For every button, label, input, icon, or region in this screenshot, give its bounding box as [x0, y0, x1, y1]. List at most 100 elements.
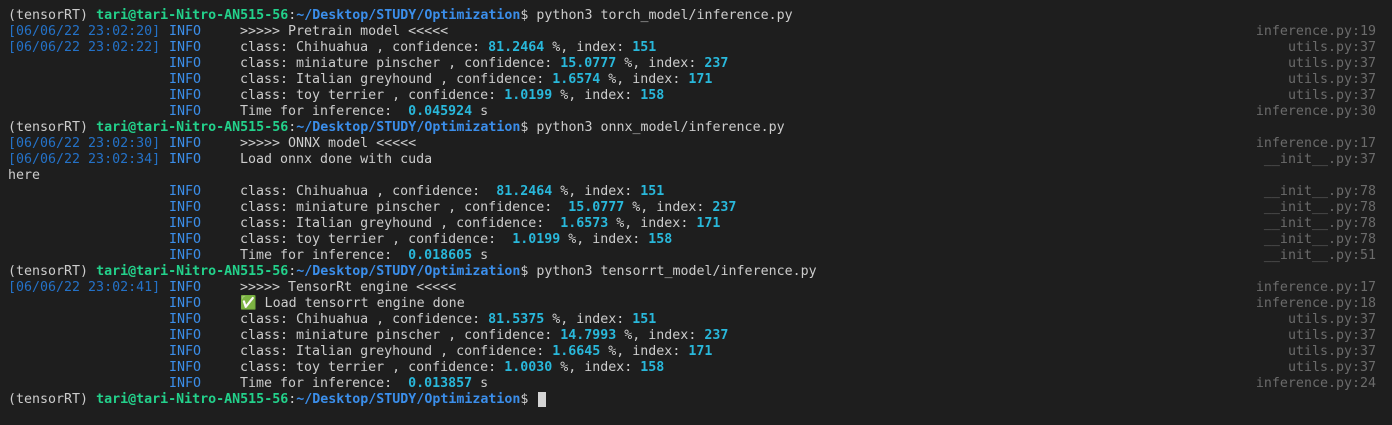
- log-source: __init__.py:78: [1263, 216, 1376, 231]
- log-source: utils.py:37: [1287, 360, 1376, 375]
- log-source: __init__.py:78: [1263, 184, 1376, 199]
- log-text: class: miniature pinscher , confidence:: [240, 200, 569, 215]
- log-line: INFO Time for inference: 0.018605 s __init…: [0, 248, 1392, 264]
- log-line: INFO class: miniature pinscher , confiden…: [0, 200, 1392, 216]
- log-value: 0.013857: [408, 376, 473, 391]
- log-line: [06/06/22 23:02:20] INFO >>>>> Pretrain mo…: [0, 24, 1392, 40]
- log-source: inference.py:19: [1255, 24, 1376, 39]
- log-text: >>>>> ONNX model <<<<<: [240, 136, 417, 151]
- log-line: INFO class: miniature pinscher , confiden…: [0, 56, 1392, 72]
- log-source: __init__.py:78: [1263, 200, 1376, 215]
- log-text: %, index:: [600, 72, 689, 87]
- log-value: 158: [648, 232, 673, 247]
- log-source: utils.py:37: [1287, 328, 1376, 343]
- log-line: INFO class: toy terrier , confidence: 1.0…: [0, 232, 1392, 248]
- log-line: INFO class: Italian greyhound , confidenc…: [0, 72, 1392, 88]
- log-value: 151: [632, 312, 657, 327]
- log-message: class: miniature pinscher , confidence: …: [240, 200, 736, 216]
- log-level: INFO: [169, 248, 202, 263]
- log-text: %, index:: [544, 312, 633, 327]
- prompt-symbol: $: [520, 392, 529, 407]
- log-value: 237: [712, 200, 737, 215]
- log-line: [06/06/22 23:02:34] INFO Load onnx done wi…: [0, 152, 1392, 168]
- log-level: INFO: [169, 200, 202, 215]
- terminal-window[interactable]: (tensorRT) tari@tari-Nitro-AN515-56:~/De…: [0, 0, 1392, 425]
- log-level: INFO: [169, 136, 202, 151]
- log-level: INFO: [169, 72, 202, 87]
- log-level: INFO: [169, 104, 202, 119]
- prompt-line: (tensorRT) tari@tari-Nitro-AN515-56:~/De…: [0, 120, 1392, 136]
- log-line: INFO ✅ Load tensorrt engine done inference…: [0, 296, 1392, 312]
- log-text: Time for inference:: [240, 104, 409, 119]
- log-level: INFO: [169, 344, 202, 359]
- log-message: >>>>> ONNX model <<<<<: [240, 136, 416, 152]
- log-message: class: toy terrier , confidence: 1.0030 …: [240, 360, 664, 376]
- log-value: 14.7993: [560, 328, 617, 343]
- log-value: 0.018605: [408, 248, 473, 263]
- conda-env-label: (tensorRT): [8, 120, 89, 135]
- working-directory: ~/Desktop/STUDY/Optimization: [296, 120, 521, 135]
- log-text: %, index:: [552, 360, 641, 375]
- log-value: 15.0777: [568, 200, 625, 215]
- log-message: Load onnx done with cuda: [240, 152, 432, 168]
- log-text: s: [472, 104, 489, 119]
- log-text: %, index:: [624, 200, 713, 215]
- log-level: INFO: [169, 216, 202, 231]
- log-source: inference.py:24: [1255, 376, 1376, 391]
- log-text: %, index:: [600, 344, 689, 359]
- log-source: utils.py:37: [1287, 40, 1376, 55]
- log-text: class: Italian greyhound , confidence:: [240, 216, 561, 231]
- log-message: class: Chihuahua , confidence: 81.5375 %…: [240, 312, 656, 328]
- prompt-symbol: $: [520, 120, 529, 135]
- log-text: %, index:: [544, 40, 633, 55]
- log-timestamp: [06/06/22 23:02:34]: [8, 152, 161, 167]
- log-value: 81.5375: [488, 312, 545, 327]
- log-text: class: miniature pinscher , confidence:: [240, 328, 561, 343]
- log-source: __init__.py:51: [1263, 248, 1376, 263]
- working-directory: ~/Desktop/STUDY/Optimization: [296, 8, 521, 23]
- log-timestamp: [06/06/22 23:02:22]: [8, 40, 161, 55]
- conda-env-label: (tensorRT): [8, 264, 89, 279]
- user-host: tari@tari-Nitro-AN515-56: [96, 392, 289, 407]
- log-text: Time for inference:: [240, 248, 409, 263]
- log-value: 171: [696, 216, 721, 231]
- log-text: class: Italian greyhound , confidence:: [240, 344, 553, 359]
- log-source: __init__.py:37: [1263, 152, 1376, 167]
- output-line: here: [0, 168, 1392, 184]
- log-source: __init__.py:78: [1263, 232, 1376, 247]
- conda-env-label: (tensorRT): [8, 392, 89, 407]
- log-level: INFO: [169, 152, 202, 167]
- log-source: utils.py:37: [1287, 72, 1376, 87]
- log-line: [06/06/22 23:02:41] INFO >>>>> TensorRt en…: [0, 280, 1392, 296]
- shell-prompt: (tensorRT) tari@tari-Nitro-AN515-56:~/De…: [8, 120, 785, 136]
- command-text: python3 tensorrt_model/inference.py: [536, 264, 817, 279]
- log-value: 151: [640, 184, 665, 199]
- log-value: 171: [688, 344, 713, 359]
- log-value: 237: [704, 328, 729, 343]
- log-message: class: Chihuahua , confidence: 81.2464 %…: [240, 40, 656, 56]
- log-level: INFO: [169, 376, 202, 391]
- log-line: INFO class: Italian greyhound , confidenc…: [0, 216, 1392, 232]
- log-message: class: Italian greyhound , confidence: 1…: [240, 72, 712, 88]
- log-text: class: toy terrier , confidence:: [240, 88, 505, 103]
- log-message: ✅ Load tensorrt engine done: [240, 296, 465, 312]
- log-line: INFO class: Italian greyhound , confidenc…: [0, 344, 1392, 360]
- prompt-symbol: $: [520, 8, 529, 23]
- user-host: tari@tari-Nitro-AN515-56: [96, 120, 289, 135]
- log-text: %, index:: [616, 56, 705, 71]
- log-message: Time for inference: 0.013857 s: [240, 376, 488, 392]
- log-message: Time for inference: 0.045924 s: [240, 104, 488, 120]
- log-level: INFO: [169, 184, 202, 199]
- log-source: inference.py:17: [1255, 280, 1376, 295]
- user-host: tari@tari-Nitro-AN515-56: [96, 8, 289, 23]
- prompt-line: (tensorRT) tari@tari-Nitro-AN515-56:~/De…: [0, 392, 1392, 408]
- log-level: INFO: [169, 296, 202, 311]
- log-level: INFO: [169, 328, 202, 343]
- log-text: %, index:: [560, 232, 649, 247]
- log-line: INFO Time for inference: 0.045924 s infere…: [0, 104, 1392, 120]
- log-value: 158: [640, 360, 665, 375]
- log-source: inference.py:17: [1255, 136, 1376, 151]
- log-source: inference.py:30: [1255, 104, 1376, 119]
- terminal-cursor[interactable]: [538, 392, 547, 407]
- log-message: class: Italian greyhound , confidence: 1…: [240, 344, 712, 360]
